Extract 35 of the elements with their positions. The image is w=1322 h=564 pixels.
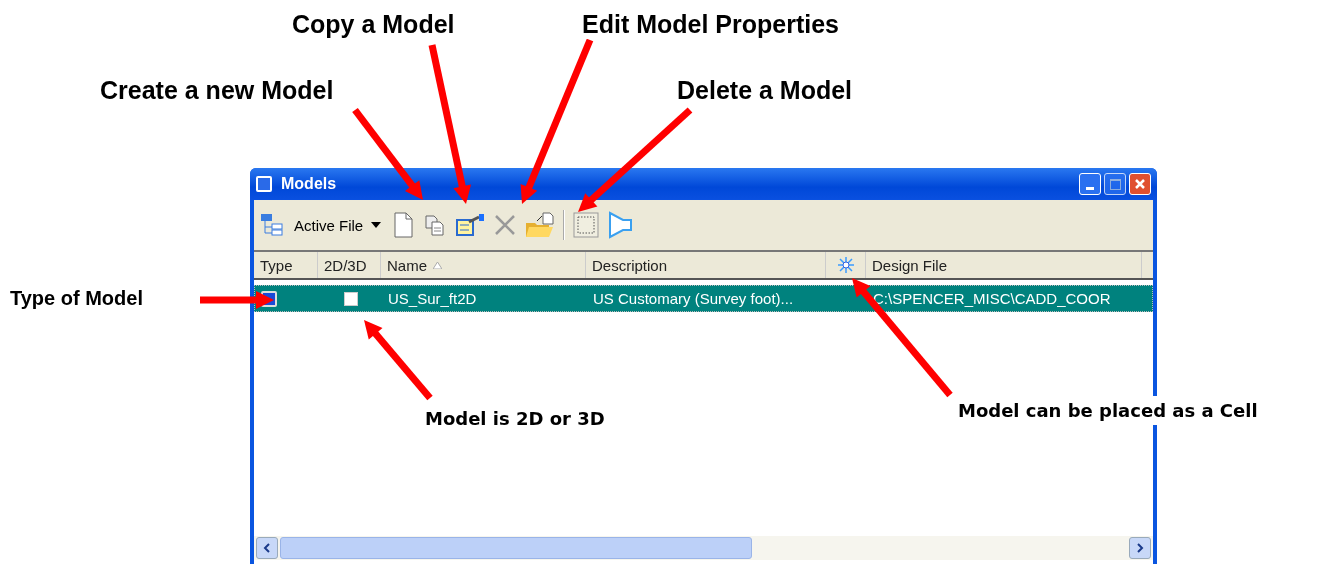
minimize-button[interactable] — [1079, 173, 1101, 195]
column-header[interactable]: Type — [260, 256, 293, 274]
window-icon — [256, 176, 272, 192]
new-document-icon[interactable] — [391, 211, 416, 239]
scroll-right-button[interactable] — [1129, 537, 1151, 559]
close-icon — [1133, 177, 1147, 191]
caret-icon — [371, 222, 382, 228]
model-row[interactable]: US_Sur_ft2D US Customary (Survey foot)... C:\SPENCER_MISC\CADD_COOR — [254, 285, 1153, 312]
scroll-left-button[interactable] — [256, 537, 278, 559]
scroll-thumb[interactable] — [280, 537, 752, 559]
horizontal-scrollbar[interactable] — [254, 536, 1153, 560]
chevron-left-icon — [263, 543, 271, 553]
folder-icon[interactable] — [525, 211, 556, 239]
window-title: Models — [281, 175, 337, 193]
maximize-button[interactable] — [1104, 173, 1126, 195]
properties-icon[interactable] — [455, 213, 486, 237]
callout-label: Model can be placed as a Cell — [958, 396, 1258, 425]
column-header[interactable]: 2D/3D — [324, 256, 367, 274]
selection-frame-icon[interactable] — [573, 212, 600, 238]
play-shape-icon[interactable] — [607, 211, 634, 239]
close-button[interactable] — [1129, 173, 1151, 195]
column-header[interactable]: Name — [387, 256, 427, 274]
table-cell: US Customary (Survey foot)... — [593, 290, 794, 307]
callout-label: Type of Model — [10, 287, 143, 310]
table-cell: C:\SPENCER_MISC\CADD_COOR — [873, 290, 1111, 307]
starburst-icon[interactable] — [836, 256, 855, 274]
file-dropdown[interactable]: Active File — [292, 216, 384, 234]
checkbox[interactable] — [343, 291, 358, 306]
column-header[interactable]: Design File — [872, 256, 948, 274]
chevron-right-icon — [1136, 543, 1144, 553]
table-cell: US_Sur_ft2D — [388, 290, 477, 307]
delete-icon[interactable] — [493, 213, 518, 237]
tree-icon[interactable] — [260, 213, 284, 237]
column-header[interactable]: Description — [592, 256, 668, 274]
sort-ascending-icon — [433, 261, 442, 269]
